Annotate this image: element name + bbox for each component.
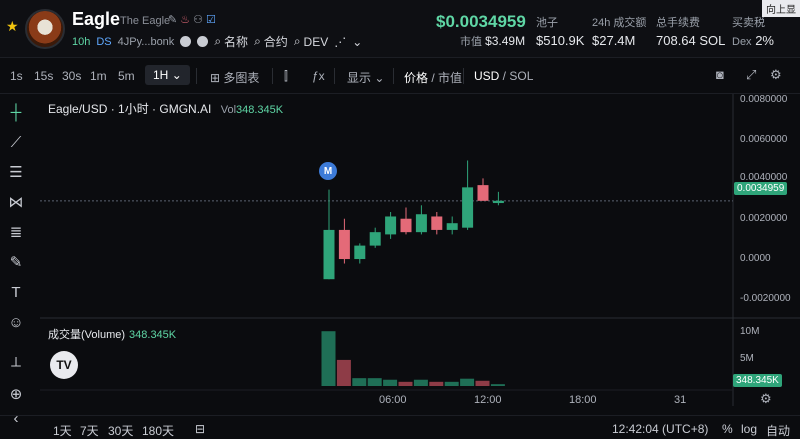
candle-body [415,214,427,233]
x-tick: 12:00 [474,394,502,406]
x-tick: 06:00 [379,394,407,406]
clock-time[interactable]: 12:42:04 (UTC+8) [612,422,708,436]
volume-bar [383,379,398,386]
range-1d[interactable]: 1天 [53,422,72,439]
candle-body [400,218,412,233]
x-tick: 18:00 [569,394,597,406]
marker-m[interactable]: M [319,162,337,180]
volume-bar [490,384,505,386]
candle-body [385,216,397,235]
candle-body [477,185,489,201]
vol-label: Vol [220,104,237,116]
volume-bar [367,378,382,386]
chart-legend: Eagle/USD · 1小时 · GMGN.AI Vol348.345K [48,100,283,117]
volume-value: 348.345K [129,329,177,341]
candles [323,160,504,280]
range-180d[interactable]: 180天 [142,422,174,439]
candle-body [446,223,458,230]
percent-toggle[interactable]: % [722,422,733,436]
current-price-tag: 0.0034959 [734,182,788,195]
x-tick: 31 [674,394,687,406]
bottom-bar: 1天 7天 30天 180天 ⊟ 12:42:04 (UTC+8) % log … [0,415,800,439]
volume-tick: 5M [740,353,754,364]
volume-bar [352,378,367,386]
volume-legend: 成交量(Volume) 348.345K [48,326,176,342]
y-tick: 0.0020000 [740,213,788,224]
y-tick: 0.0060000 [740,134,788,145]
log-toggle[interactable]: log [741,422,757,436]
chart-grid [40,94,800,406]
candle-body [492,200,504,204]
symbol-label: Eagle/USD · 1小时 · GMGN.AI [48,102,212,116]
candle-body [338,229,350,260]
volume-bar [429,381,444,386]
volume-bar [460,378,475,386]
volume-tick: 10M [740,326,760,337]
calendar-range-icon[interactable]: ⊟ [195,422,205,436]
candle-body [431,216,443,230]
range-30d[interactable]: 30天 [108,422,133,439]
volume-bars [321,331,505,386]
settings-icon[interactable]: ⚙ [760,391,772,407]
candle-body [354,245,366,260]
volume-bar [475,380,490,386]
candle-body [462,187,474,228]
volume-bar [321,331,336,386]
range-7d[interactable]: 7天 [80,422,99,439]
volume-bar [413,379,428,386]
volume-bar [398,381,413,386]
y-tick: 0.0080000 [740,94,788,105]
candle-body [323,229,335,280]
volume-bar [444,381,459,386]
tradingview-logo[interactable]: TV [50,351,78,379]
y-tick: -0.0020000 [740,293,791,304]
volume-last-tag: 348.345K [733,374,782,387]
price-chart[interactable] [0,0,800,439]
volume-bar [336,359,351,386]
auto-toggle[interactable]: 自动 [766,422,790,439]
vol-value: 348.345K [236,104,284,116]
candle-body [369,232,381,246]
volume-title: 成交量(Volume) [48,329,126,341]
y-tick: 0.0000 [740,253,771,264]
